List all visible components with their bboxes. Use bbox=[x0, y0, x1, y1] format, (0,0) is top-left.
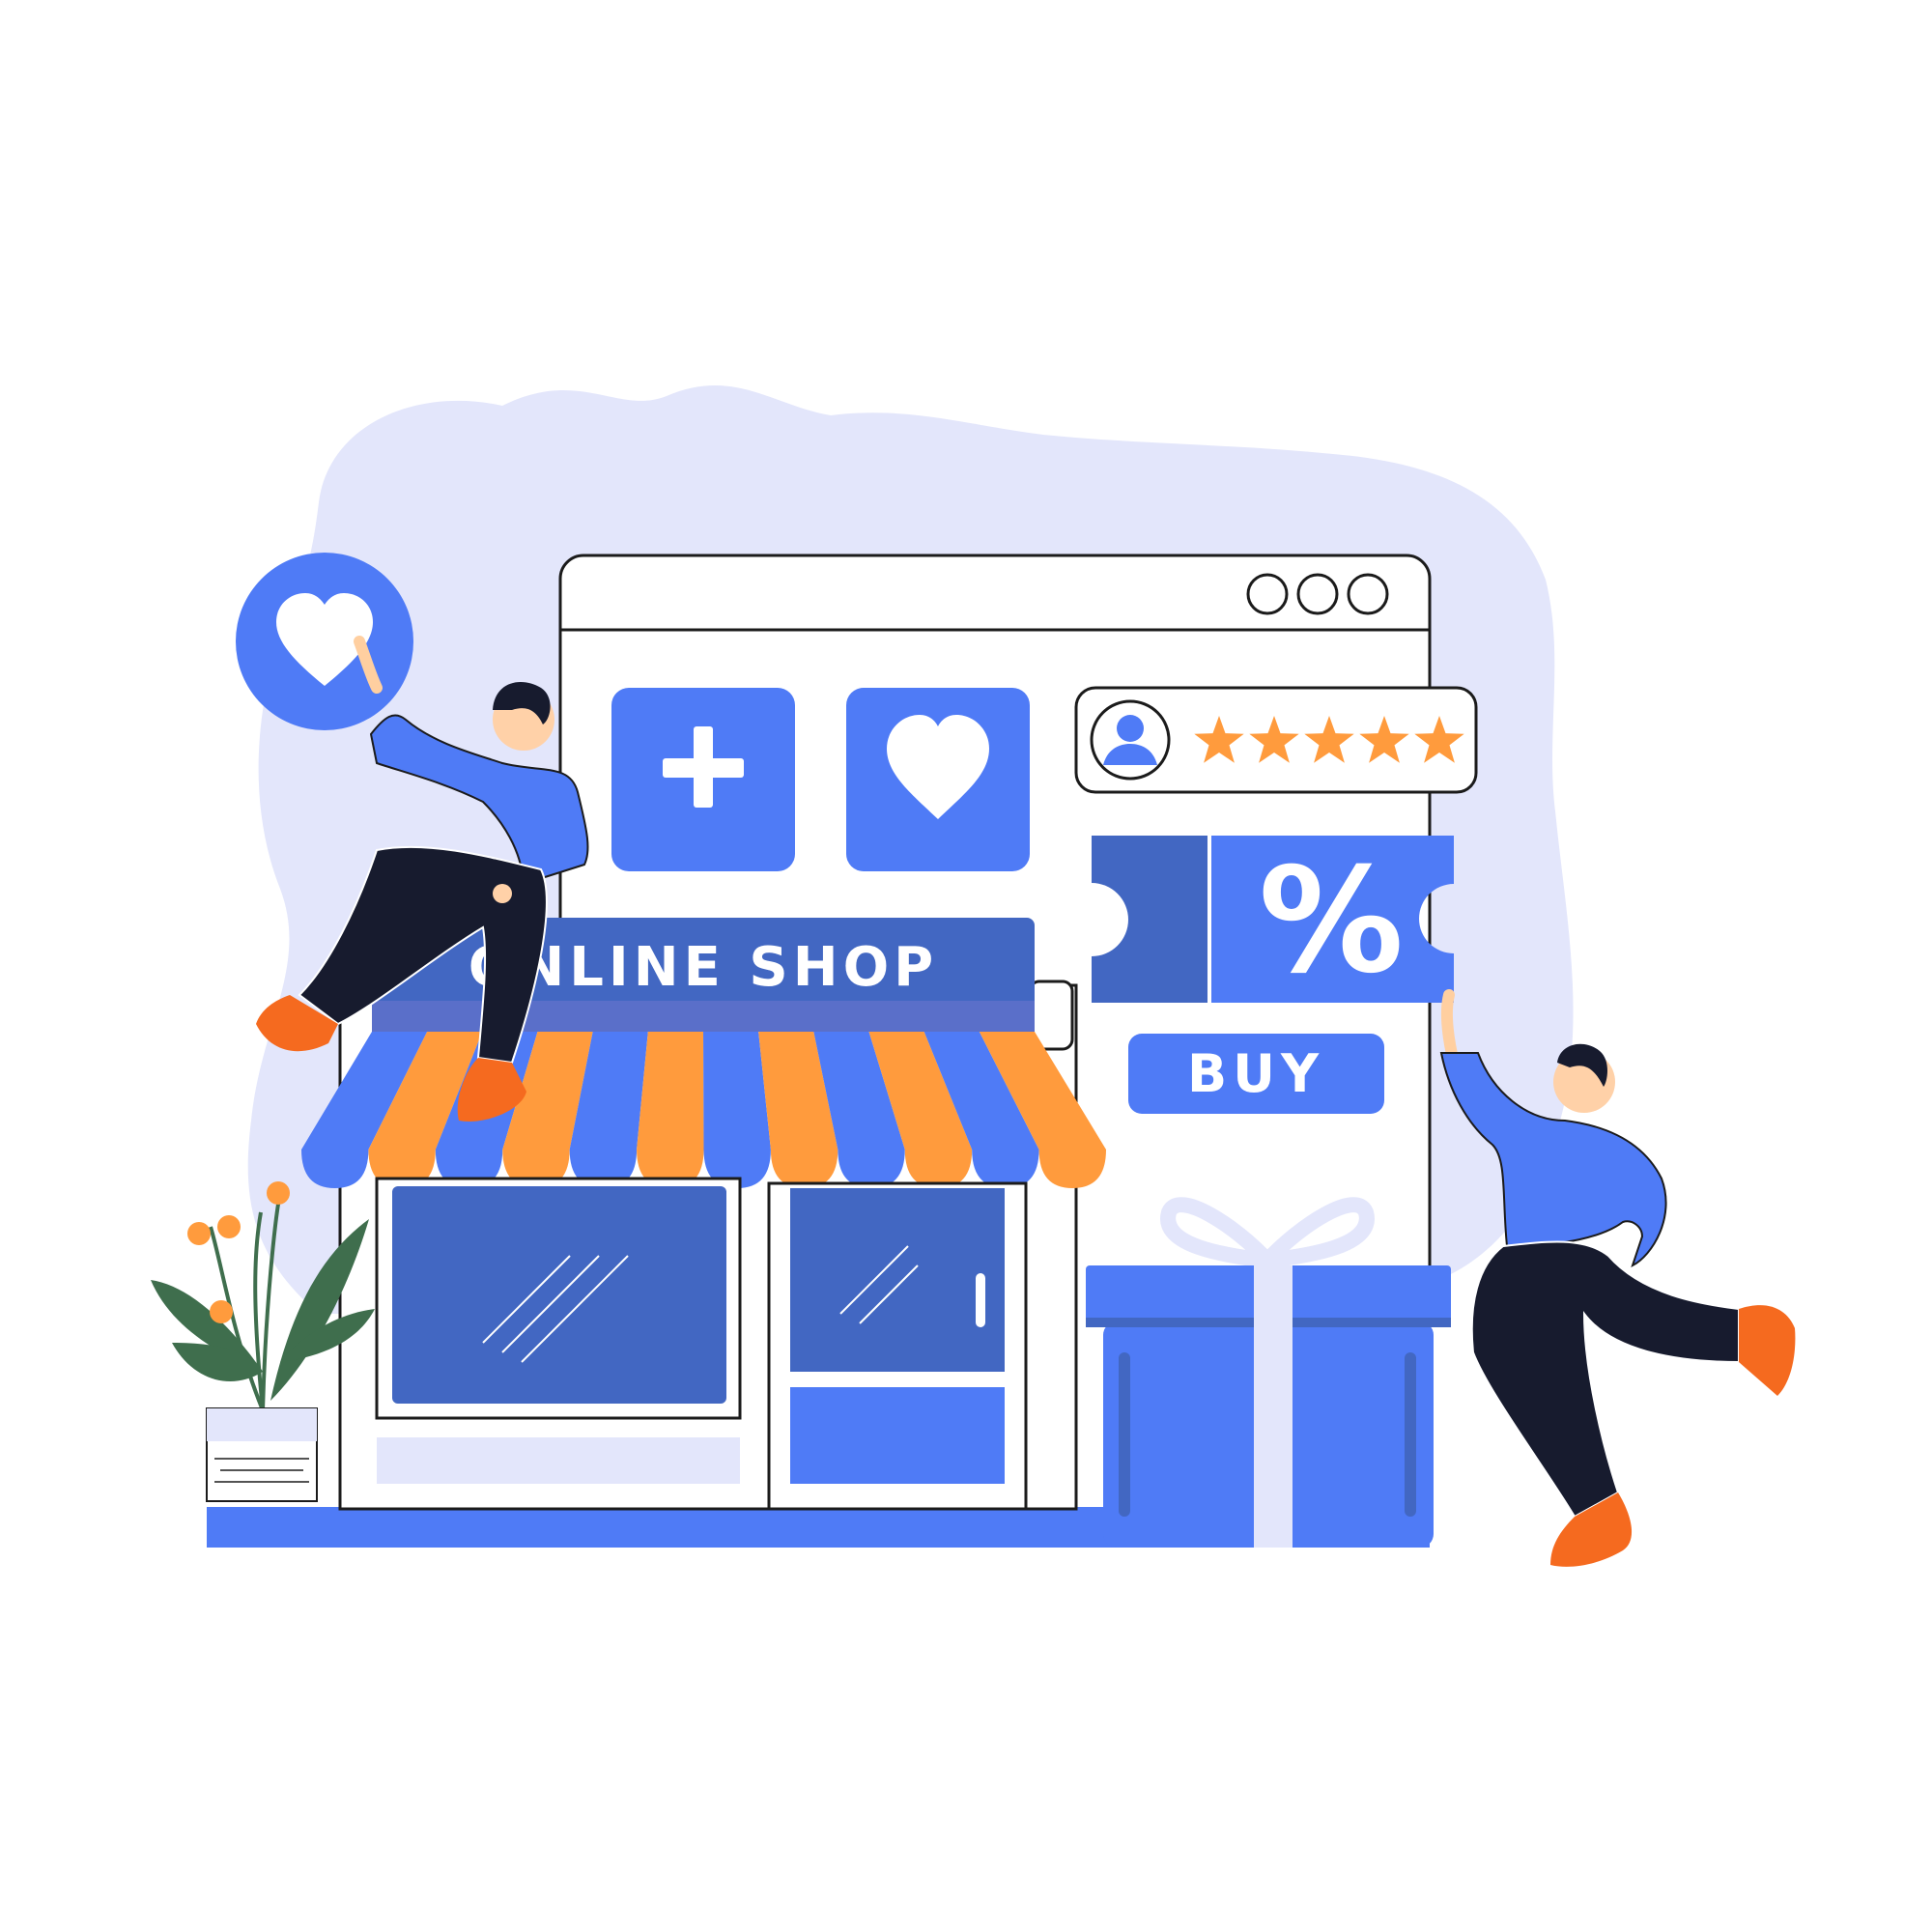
window-dots-icon[interactable] bbox=[1246, 573, 1389, 615]
shop-door[interactable] bbox=[767, 1181, 1028, 1511]
door-handle bbox=[976, 1273, 985, 1327]
awning-stripe bbox=[703, 1032, 771, 1188]
buy-button-label: BUY bbox=[1187, 1043, 1324, 1104]
add-tile[interactable] bbox=[611, 688, 795, 871]
review-card bbox=[1074, 686, 1478, 794]
user-icon bbox=[1090, 699, 1171, 781]
shop-building: ONLINE SHOP bbox=[301, 918, 1106, 1511]
favorite-tile[interactable] bbox=[846, 688, 1030, 871]
buy-button[interactable]: BUY bbox=[1128, 1034, 1384, 1114]
awning-stripe bbox=[637, 1032, 704, 1188]
online-shop-illustration: % BUY ONLINE SHOP bbox=[151, 385, 1796, 1567]
coupon-percent-symbol: % bbox=[1259, 838, 1404, 1006]
discount-coupon[interactable]: % bbox=[1092, 836, 1454, 1006]
favorite-badge[interactable] bbox=[236, 553, 413, 730]
